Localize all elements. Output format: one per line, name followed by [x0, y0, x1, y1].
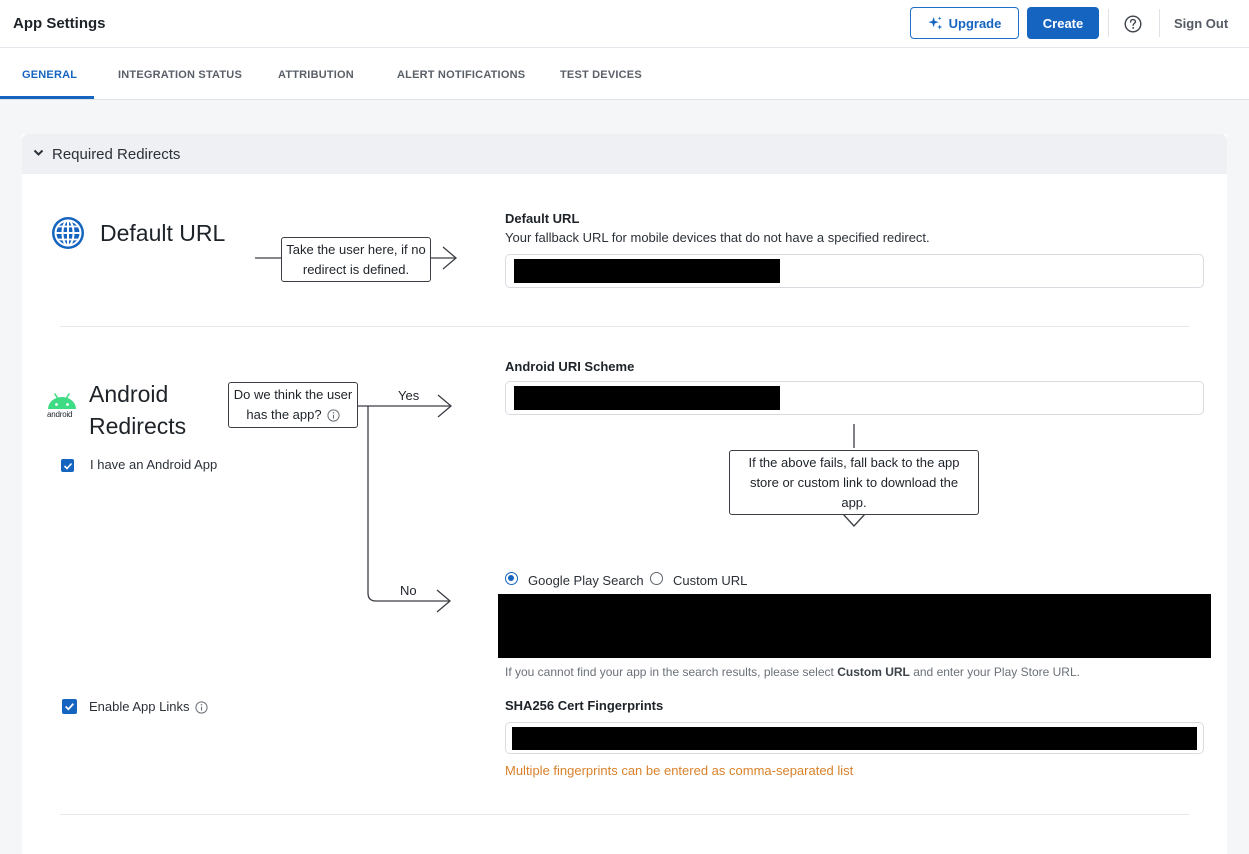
callout-line: has the app? [229, 405, 357, 425]
tab-attribution[interactable]: ATTRIBUTION [278, 69, 354, 81]
callout-line-text: has the app? [246, 407, 322, 422]
panel-header[interactable]: Required Redirects [22, 134, 1227, 174]
play-store-search-field[interactable] [498, 594, 1211, 658]
checkmark-icon [63, 462, 72, 470]
help-icon[interactable] [1124, 15, 1142, 33]
create-button[interactable]: Create [1027, 7, 1099, 39]
sha256-label: SHA256 Cert Fingerprints [505, 698, 664, 713]
android-heading-line: Redirects [89, 413, 187, 439]
google-play-search-label: Google Play Search [528, 573, 644, 588]
panel-title: Required Redirects [52, 146, 181, 163]
callout-line: redirect is defined. [302, 262, 410, 277]
android-flow-arrows [357, 394, 453, 613]
default-url-callout: Take the user here, if no redirect is de… [281, 237, 431, 282]
upgrade-button[interactable]: Upgrade [910, 7, 1019, 39]
callout-line: If the above fails, fall back to the app [748, 455, 960, 470]
checkmark-icon [65, 703, 75, 711]
callout-line: store or custom link to download the [749, 475, 959, 490]
custom-url-label: Custom URL [673, 573, 748, 588]
tab-general[interactable]: GENERAL [22, 69, 77, 81]
callout-line: Do we think the user [233, 387, 353, 402]
section-divider [60, 326, 1189, 327]
enable-app-links-checkbox[interactable] [62, 699, 77, 714]
tab-integration-status[interactable]: INTEGRATION STATUS [118, 69, 242, 81]
enable-app-links-label: Enable App Links [89, 699, 190, 714]
custom-url-radio[interactable] [650, 572, 663, 585]
android-app-checkbox[interactable] [61, 459, 74, 472]
default-url-input[interactable] [505, 254, 1204, 288]
active-tab-indicator [0, 96, 94, 99]
android-logo-text: android [47, 410, 73, 419]
android-heading: Android Redirects [89, 378, 186, 442]
globe-icon [52, 217, 84, 249]
default-url-label: Default URL [505, 211, 580, 226]
sign-out-link[interactable]: Sign Out [1174, 16, 1228, 31]
default-url-heading: Default URL [100, 220, 226, 246]
tab-bar: GENERAL INTEGRATION STATUS ATTRIBUTION A… [0, 48, 1249, 100]
callout-line: Take the user here, if no [286, 242, 426, 257]
android-heading-line: Android [89, 381, 169, 407]
android-uri-scheme-input[interactable] [505, 381, 1204, 415]
android-app-checkbox-label: I have an Android App [90, 457, 218, 472]
sparkle-icon [928, 15, 942, 30]
info-icon[interactable] [326, 408, 340, 422]
fallback-callout: If the above fails, fall back to the app… [729, 450, 979, 515]
google-play-search-radio[interactable] [505, 572, 518, 585]
custom-url-hint: If you cannot find your app in the searc… [505, 665, 1080, 679]
has-app-question-callout: Do we think the user has the app? [228, 382, 358, 428]
callout-line: app. [841, 495, 867, 510]
section-divider [60, 814, 1189, 815]
hint-text: and enter your Play Store URL. [909, 665, 1080, 679]
chevron-down-icon [33, 149, 44, 156]
info-icon[interactable] [195, 701, 208, 714]
upgrade-label: Upgrade [948, 15, 1002, 31]
sha256-input[interactable] [505, 722, 1204, 754]
redacted-value [512, 727, 1197, 750]
hint-bold-text: Custom URL [837, 665, 910, 679]
header-divider [1108, 9, 1109, 37]
hint-text: If you cannot find your app in the searc… [505, 665, 838, 679]
header-divider [1159, 9, 1160, 37]
tab-alert-notifications[interactable]: ALERT NOTIFICATIONS [397, 69, 525, 81]
yes-label: Yes [398, 388, 420, 403]
default-url-description: Your fallback URL for mobile devices tha… [505, 230, 930, 245]
no-label: No [400, 583, 417, 598]
redacted-value [514, 386, 780, 410]
top-bar: App Settings Upgrade Create Sign Out [0, 0, 1249, 48]
tab-test-devices[interactable]: TEST DEVICES [560, 69, 642, 81]
android-logo-icon [48, 393, 76, 409]
redacted-value [514, 259, 780, 283]
page-title: App Settings [13, 15, 106, 32]
android-uri-scheme-label: Android URI Scheme [505, 359, 635, 374]
sha256-note: Multiple fingerprints can be entered as … [505, 763, 854, 778]
